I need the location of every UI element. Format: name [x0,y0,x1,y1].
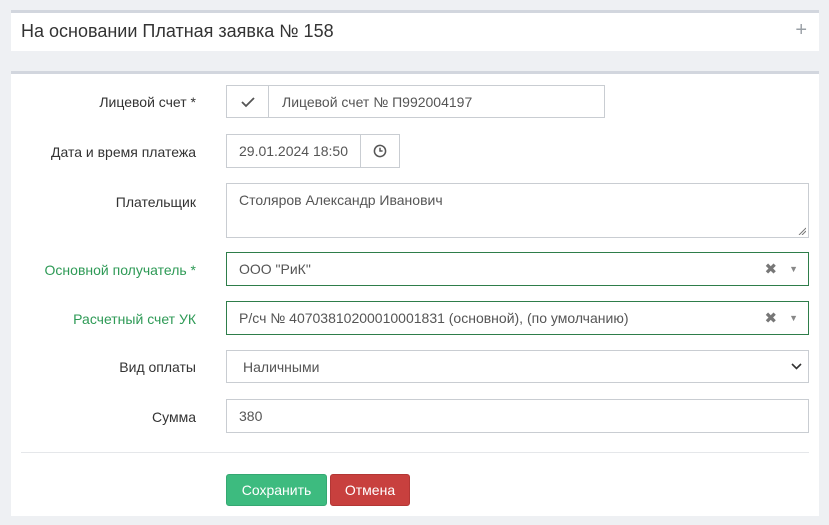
amount-row: Сумма 380 [11,399,819,433]
datetime-label: Дата и время платежа [51,144,196,160]
payment-type-label: Вид оплаты [119,359,196,375]
form-header: На основании Платная заявка № 158 + [11,10,819,51]
datetime-value: 29.01.2024 18:50 [239,143,348,159]
account-field[interactable]: Лицевой счет № П992004197 [226,85,605,118]
payer-textarea[interactable]: Столяров Александр Иванович [226,183,809,238]
caret-down-icon[interactable]: ▼ [789,313,798,323]
recipient-select[interactable]: ООО "РиК" ✖ ▼ [226,252,809,286]
account-value: Лицевой счет № П992004197 [282,93,473,110]
bank-account-value: Р/сч № 40703810200010001831 (основной), … [239,310,629,326]
plus-icon[interactable]: + [795,20,807,40]
payment-type-select[interactable]: Наличными [226,350,809,383]
payer-label: Плательщик [115,194,196,210]
check-icon[interactable] [227,86,269,117]
bank-account-label: Расчетный счет УК [73,311,196,327]
caret-down-icon[interactable]: ▼ [789,264,798,274]
clock-icon[interactable] [360,135,399,167]
payer-row: Плательщик Столяров Александр Иванович [11,183,819,238]
payment-type-row: Вид оплаты Наличными [11,350,819,383]
amount-label: Сумма [152,409,196,425]
payment-form: Лицевой счет * Лицевой счет № П992004197… [11,71,819,516]
account-row: Лицевой счет * Лицевой счет № П992004197 [11,85,819,118]
recipient-label: Основной получатель * [44,262,196,278]
datetime-row: Дата и время платежа 29.01.2024 18:50 [11,134,819,168]
page-title: На основании Платная заявка № 158 [21,21,334,41]
recipient-value: ООО "РиК" [239,261,311,277]
bank-account-select[interactable]: Р/сч № 40703810200010001831 (основной), … [226,301,809,335]
resize-handle-icon[interactable] [798,227,806,235]
cancel-button[interactable]: Отмена [330,474,410,506]
account-label: Лицевой счет * [99,94,196,110]
clear-icon[interactable]: ✖ [765,309,778,327]
bank-account-row: Расчетный счет УК Р/сч № 407038102000100… [11,301,819,335]
divider [21,452,809,453]
recipient-row: Основной получатель * ООО "РиК" ✖ ▼ [11,252,819,286]
clear-icon[interactable]: ✖ [765,260,778,278]
payer-value: Столяров Александр Иванович [239,192,443,208]
amount-input[interactable]: 380 [226,399,809,433]
chevron-down-icon[interactable] [791,363,802,370]
payment-type-value: Наличными [243,358,320,375]
amount-value: 380 [239,408,263,424]
datetime-field[interactable]: 29.01.2024 18:50 [226,134,400,168]
save-button[interactable]: Сохранить [226,474,327,506]
